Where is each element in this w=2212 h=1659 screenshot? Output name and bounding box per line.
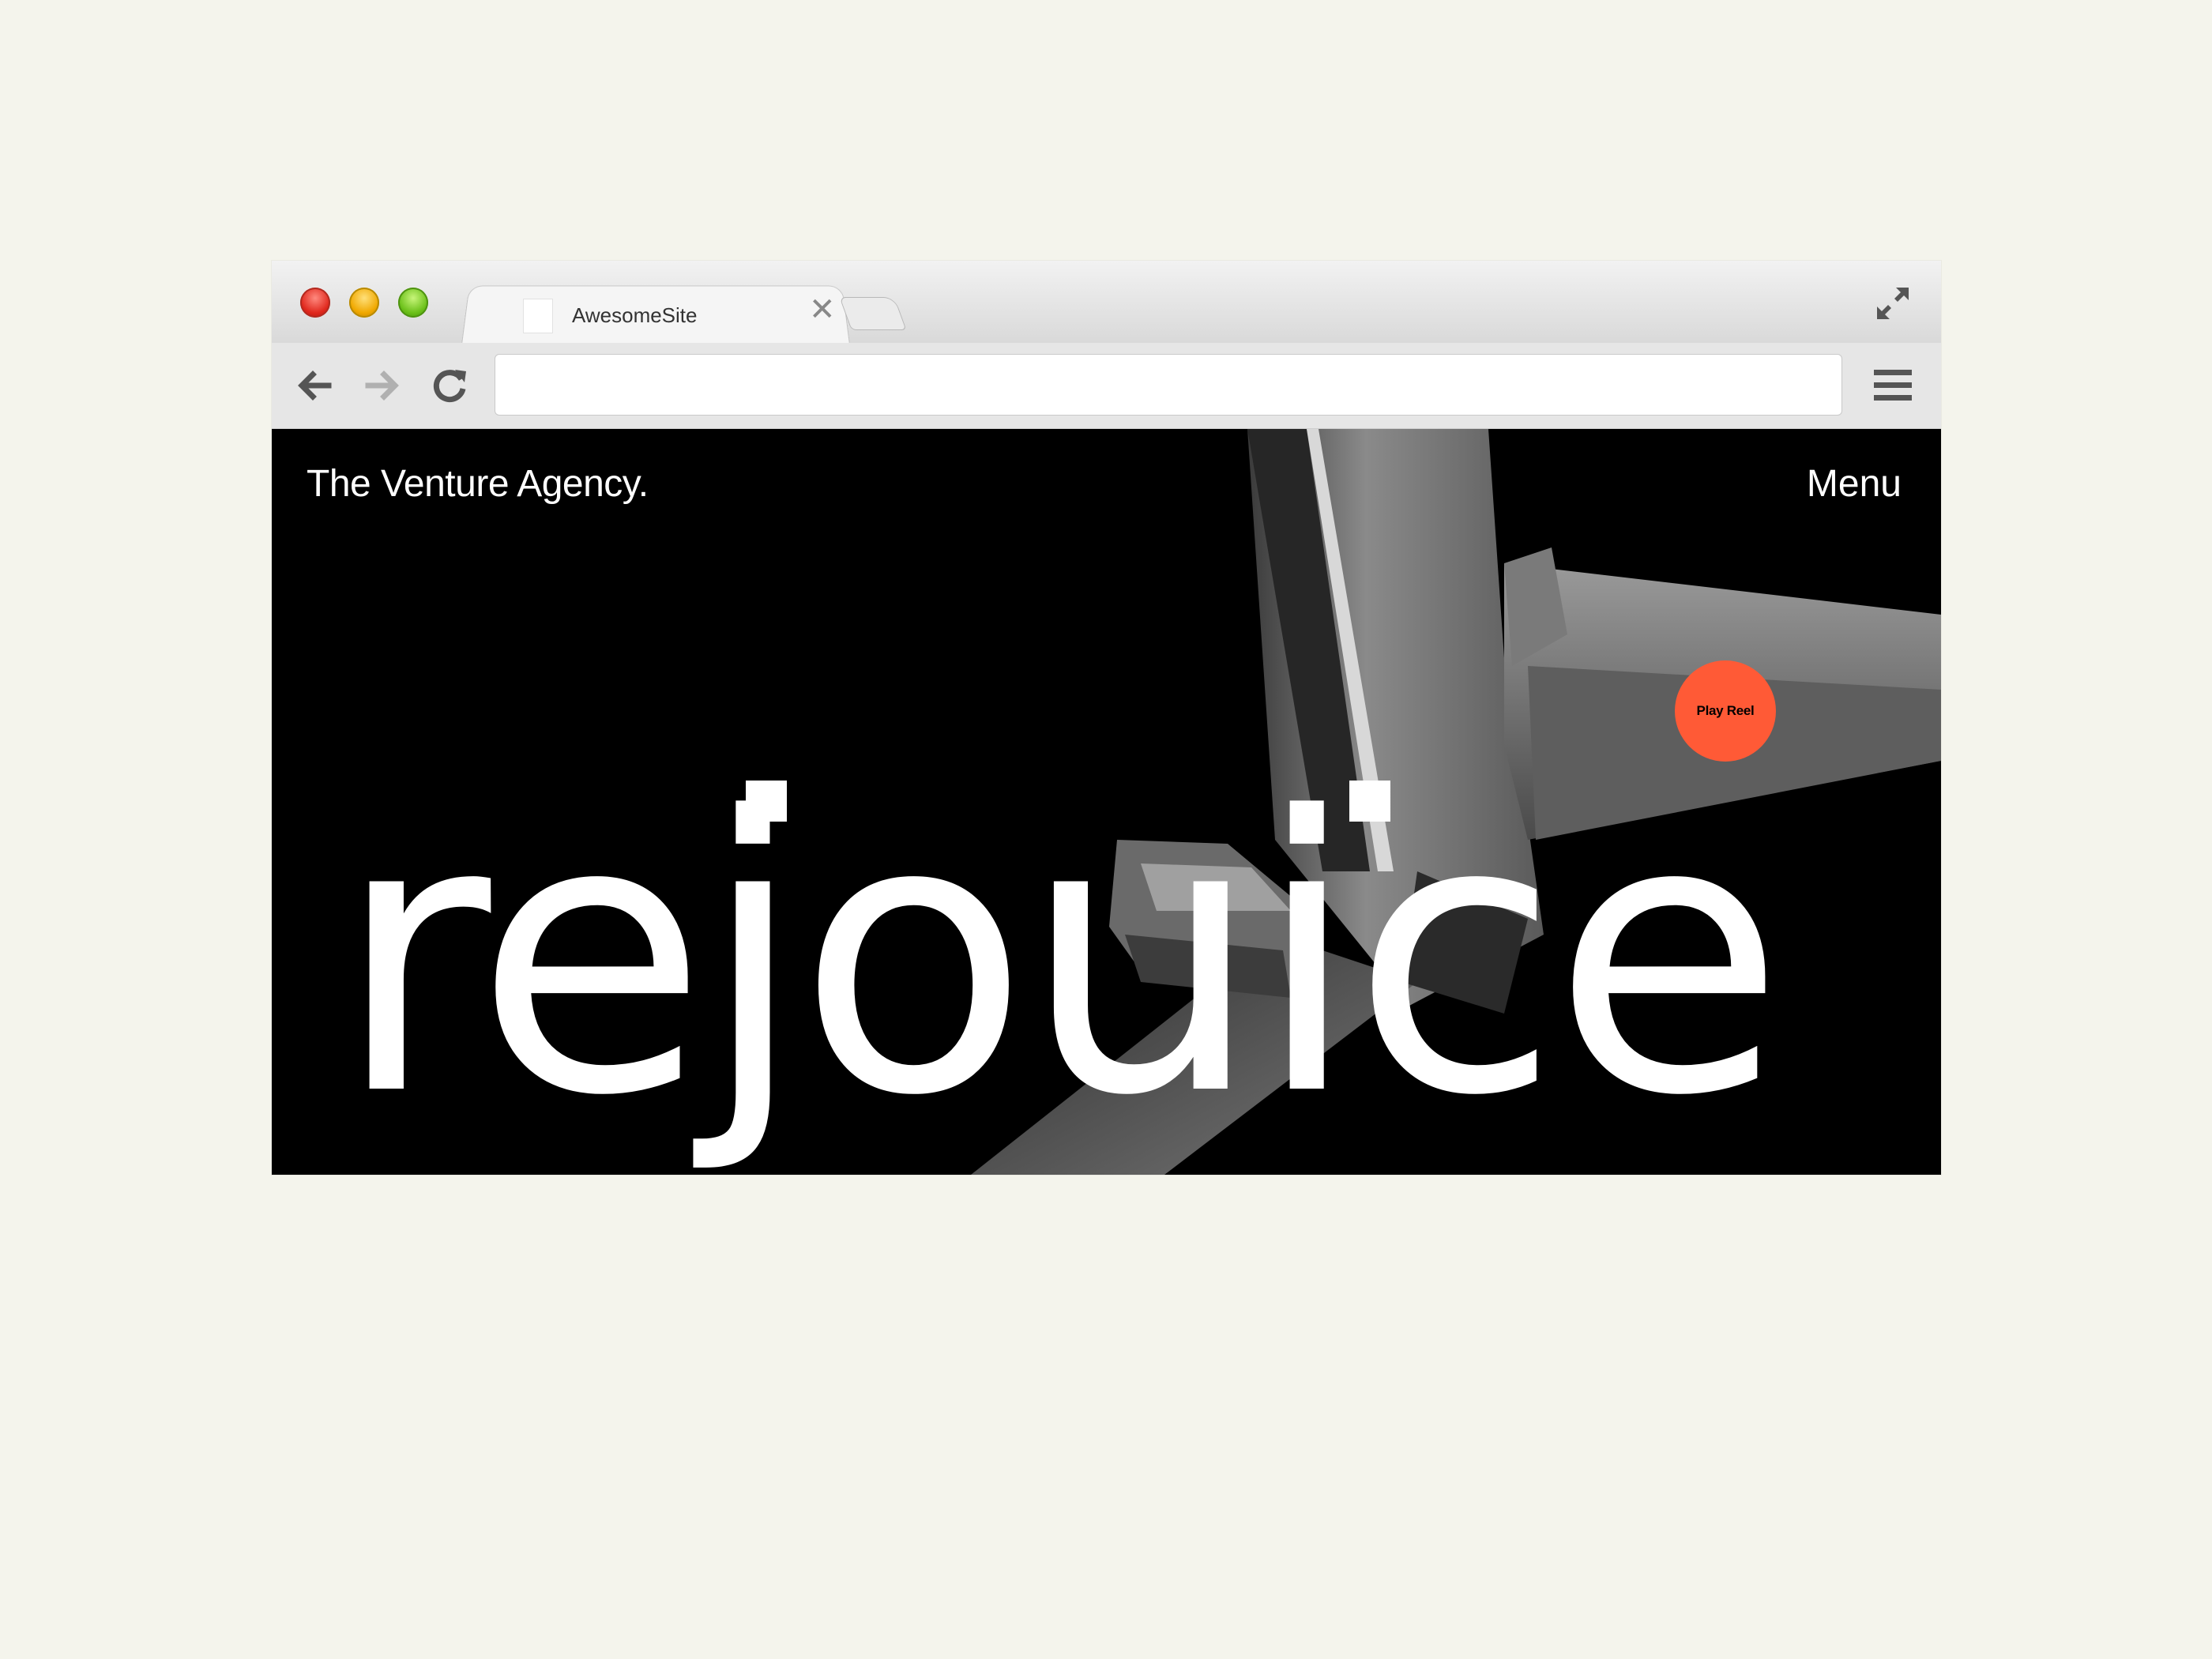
reload-icon[interactable] — [428, 363, 472, 408]
new-tab-button[interactable] — [839, 297, 907, 330]
expand-icon[interactable] — [1874, 284, 1912, 322]
minimize-window-button[interactable] — [349, 288, 379, 318]
close-icon[interactable]: ✕ — [809, 294, 836, 325]
toolbar — [272, 343, 1941, 429]
brand-logo[interactable]: The Venture Agency. — [307, 462, 649, 506]
active-tab-content[interactable]: AwesomeSite ✕ — [485, 283, 856, 344]
hamburger-menu-icon[interactable] — [1872, 367, 1913, 404]
letter-j-dot — [746, 781, 787, 822]
play-reel-button[interactable]: Play Reel — [1675, 660, 1776, 762]
zoom-window-button[interactable] — [398, 288, 428, 318]
tab-title: AwesomeSite — [572, 303, 698, 327]
menu-link[interactable]: Menu — [1807, 462, 1902, 506]
favicon-icon — [523, 299, 553, 333]
hero-wordmark: rejouice — [335, 737, 1785, 1175]
close-window-button[interactable] — [300, 288, 330, 318]
website-viewport: The Venture Agency. Menu rejouice Play R… — [272, 429, 1941, 1175]
letter-i-dot — [1349, 781, 1390, 822]
address-bar[interactable] — [495, 354, 1842, 416]
back-arrow-icon[interactable] — [292, 363, 337, 408]
forward-arrow-icon[interactable] — [360, 363, 404, 408]
title-bar: AwesomeSite ✕ — [272, 261, 1941, 344]
browser-window: AwesomeSite ✕ The Venture Agency. Menu r… — [272, 261, 1941, 1175]
play-reel-label: Play Reel — [1696, 703, 1755, 718]
